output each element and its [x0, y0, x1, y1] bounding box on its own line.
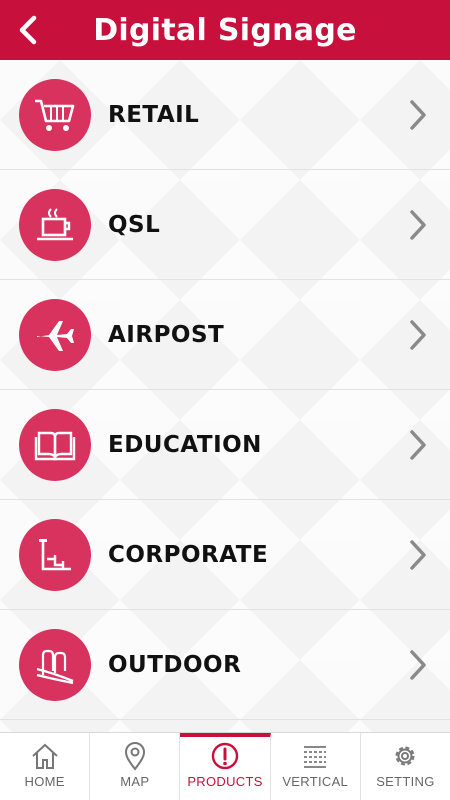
nav-products-label: PRODUCTS — [187, 774, 263, 789]
chevron-left-icon — [19, 15, 37, 45]
category-item-corporate[interactable]: CORPORATE — [0, 500, 450, 610]
nav-home-label: HOME — [24, 774, 65, 789]
page-title: Digital Signage — [93, 12, 357, 48]
home-icon — [31, 743, 58, 769]
category-label: QSL — [108, 211, 161, 238]
nav-setting-label: SETTING — [376, 774, 435, 789]
category-label: OUTDOOR — [108, 651, 242, 678]
category-label: RETAIL — [108, 101, 200, 128]
chevron-right-icon — [410, 539, 426, 570]
nav-vertical-label: VERTICAL — [282, 774, 349, 789]
chevron-right-icon — [410, 429, 426, 460]
category-item-airpost[interactable]: AIRPOST — [0, 280, 450, 390]
book-icon — [19, 408, 91, 481]
category-item-outdoor[interactable]: OUTDOOR — [0, 610, 450, 720]
category-item-retail[interactable]: RETAIL — [0, 60, 450, 170]
map-pin-icon — [124, 742, 145, 771]
nav-vertical[interactable]: VERTICAL — [271, 733, 361, 800]
gear-icon — [395, 746, 415, 766]
nav-map-label: MAP — [120, 774, 150, 789]
nav-products[interactable]: PRODUCTS — [180, 733, 271, 800]
app-header: Digital Signage — [0, 0, 450, 60]
category-label: EDUCATION — [108, 431, 262, 458]
category-label: AIRPOST — [108, 321, 225, 348]
nav-home[interactable]: HOME — [0, 733, 91, 800]
chevron-right-icon — [410, 319, 426, 350]
nav-setting[interactable]: SETTING — [361, 733, 450, 800]
outdoor-sign-icon — [19, 628, 91, 701]
category-list: RETAIL QSL AIRPOST EDUCATION CORPORATE O… — [0, 60, 450, 732]
category-label: CORPORATE — [108, 541, 269, 568]
chevron-right-icon — [410, 209, 426, 240]
chart-icon — [19, 518, 91, 591]
airplane-icon — [19, 298, 91, 371]
chevron-right-icon — [410, 99, 426, 130]
category-item-education[interactable]: EDUCATION — [0, 390, 450, 500]
alert-icon — [211, 742, 239, 770]
chevron-right-icon — [410, 649, 426, 680]
back-button[interactable] — [8, 8, 48, 52]
list-grid-icon — [304, 746, 327, 768]
bottom-navigation: HOME MAP PRODUCTS VERTICAL SETTING — [0, 732, 450, 800]
coffee-cup-icon — [19, 188, 91, 261]
shopping-cart-icon — [19, 78, 91, 151]
category-item-qsl[interactable]: QSL — [0, 170, 450, 280]
nav-map[interactable]: MAP — [90, 733, 181, 800]
